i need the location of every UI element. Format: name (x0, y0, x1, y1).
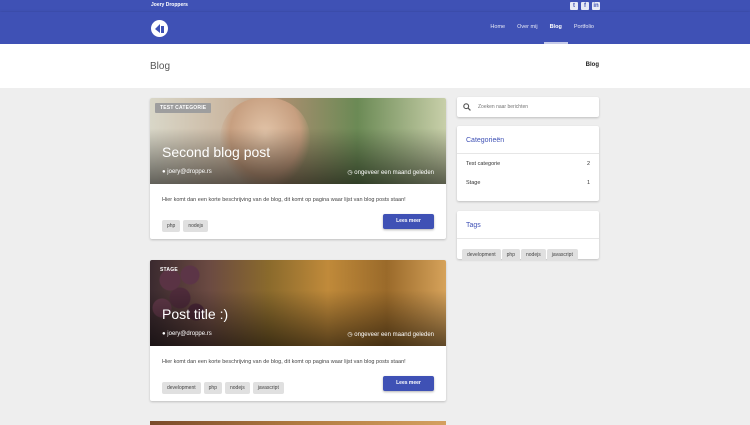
page-header: Blog Blog (0, 44, 750, 88)
facebook-icon[interactable]: f (581, 2, 589, 10)
category-item[interactable]: Stage 1 (457, 173, 599, 192)
post-author-email: joery@droppe.rs (167, 169, 212, 175)
category-name: Stage (466, 180, 481, 186)
categories-widget: Categorieën Test categorie 2 Stage 1 (457, 126, 599, 201)
main-navbar: Home Over mij Blog Portfolio (0, 12, 750, 44)
post-footer: php nodejs Lees meer (162, 214, 434, 232)
post-date: ◷ ongeveer een maand geleden (347, 169, 434, 176)
blog-post-card: TEST CATEGORIE Second blog post ● joery@… (150, 98, 446, 239)
post-tag[interactable]: nodejs (183, 220, 209, 232)
category-badge[interactable]: TEST CATEGORIE (155, 103, 212, 113)
sidebar-tag[interactable]: javascript (546, 249, 578, 261)
post-body: Hier komt dan een korte beschrijving van… (150, 184, 446, 239)
sidebar-tag[interactable]: nodejs (520, 249, 546, 261)
blog-post-card: STAGE Post title :) ● joery@droppe.rs ◷ … (150, 260, 446, 401)
category-item[interactable]: Test categorie 2 (457, 154, 599, 173)
search-input[interactable] (478, 97, 593, 117)
post-tag[interactable]: development (162, 382, 201, 394)
nav-menu: Home Over mij Blog Portfolio (484, 12, 600, 44)
post-author: ● joery@droppe.rs (162, 169, 212, 175)
social-links: t f in (570, 2, 600, 10)
post-date: ◷ ongeveer een maand geleden (347, 331, 434, 338)
post-cover-image[interactable]: TEST CATEGORIE Second blog post ● joery@… (150, 98, 446, 184)
search-icon (463, 103, 471, 111)
search-box (457, 97, 599, 117)
post-footer: development php nodejs javascript Lees meer (162, 376, 434, 394)
post-tag[interactable]: php (162, 220, 181, 232)
top-bar-brand: Joery Droppers (151, 2, 188, 8)
tag-list: development php nodejs javascript (457, 239, 599, 261)
post-description: Hier komt dan een korte beschrijving van… (162, 359, 406, 365)
post-date-text: ongeveer een maand geleden (354, 170, 434, 176)
post-tag[interactable]: javascript (252, 382, 284, 394)
post-date-text: ongeveer een maand geleden (354, 332, 434, 338)
category-badge[interactable]: STAGE (155, 265, 183, 275)
blog-post-card-partial (150, 421, 446, 425)
nav-item-over-mij[interactable]: Over mij (511, 12, 543, 44)
post-tag[interactable]: nodejs (224, 382, 250, 394)
nav-item-portfolio[interactable]: Portfolio (568, 12, 600, 44)
sidebar-tag[interactable]: php (501, 249, 520, 261)
category-count: 1 (586, 180, 590, 186)
sidebar-tag[interactable]: development (462, 249, 501, 261)
post-description: Hier komt dan een korte beschrijving van… (162, 197, 406, 203)
top-bar: Joery Droppers t f in (0, 0, 750, 12)
post-title[interactable]: Post title :) (162, 306, 228, 322)
nav-item-blog[interactable]: Blog (543, 12, 568, 44)
twitter-icon[interactable]: t (570, 2, 578, 10)
post-author-email: joery@droppe.rs (167, 331, 212, 337)
post-author: ● joery@droppe.rs (162, 331, 212, 337)
logo-icon[interactable] (151, 20, 168, 37)
tags-title: Tags (457, 211, 599, 239)
linkedin-icon[interactable]: in (592, 2, 600, 10)
categories-title: Categorieën (457, 126, 599, 154)
category-name: Test categorie (466, 161, 501, 167)
read-more-button[interactable]: Lees meer (383, 214, 434, 229)
breadcrumb[interactable]: Blog (586, 62, 599, 68)
tags-widget: Tags development php nodejs javascript (457, 211, 599, 261)
post-cover-image[interactable]: STAGE Post title :) ● joery@droppe.rs ◷ … (150, 260, 446, 346)
post-body: Hier komt dan een korte beschrijving van… (150, 346, 446, 401)
post-tag[interactable]: php (203, 382, 222, 394)
page-title: Blog (150, 61, 171, 72)
post-title[interactable]: Second blog post (162, 144, 270, 160)
read-more-button[interactable]: Lees meer (383, 376, 434, 391)
category-count: 2 (586, 161, 590, 167)
nav-item-home[interactable]: Home (484, 12, 511, 44)
